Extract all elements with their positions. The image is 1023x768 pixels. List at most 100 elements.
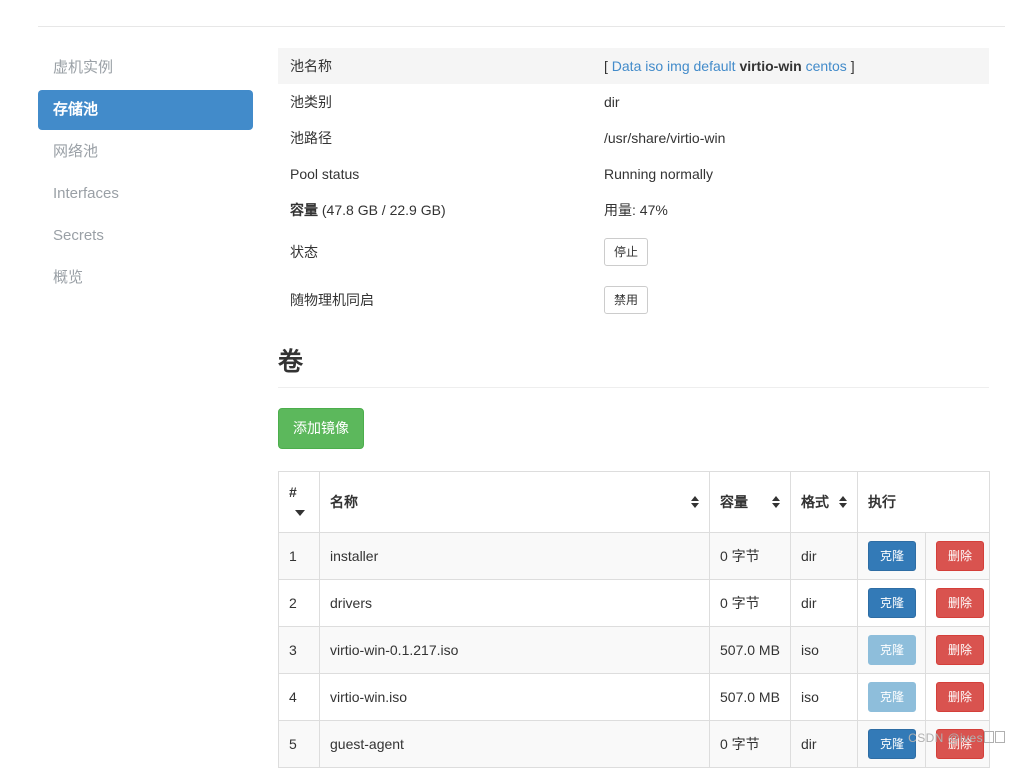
capacity-label-bold: 容量: [290, 202, 318, 218]
stop-pool-button[interactable]: 停止: [604, 238, 649, 266]
bracket-close: ]: [850, 58, 855, 74]
detail-value-capacity-usage: 用量: 47%: [604, 202, 668, 218]
cell-num: 2: [278, 579, 320, 627]
pool-link-default[interactable]: default: [694, 58, 736, 74]
detail-row-state: 状态 停止: [278, 228, 989, 276]
add-image-button[interactable]: 添加镜像: [278, 408, 364, 449]
table-row: 1 installer 0 字节 dir 克隆 删除: [278, 532, 990, 580]
detail-value-pool-name: [ Data iso img default virtio-win centos…: [592, 48, 989, 84]
sort-both-icon[interactable]: [839, 495, 847, 509]
detail-value-pool-path: /usr/share/virtio-win: [604, 130, 726, 146]
delete-volume-button[interactable]: 删除: [936, 541, 985, 571]
detail-label-pool-name: 池名称: [278, 48, 592, 84]
clone-volume-button[interactable]: 克隆: [868, 541, 917, 571]
table-row: 2 drivers 0 字节 dir 克隆 删除: [278, 579, 990, 627]
sort-both-icon[interactable]: [691, 495, 699, 509]
detail-label-state: 状态: [290, 244, 318, 260]
volumes-heading-rule: [278, 387, 989, 388]
column-header-capacity[interactable]: 容量: [709, 471, 791, 533]
main-content: 池名称 [ Data iso img default virtio-win ce…: [278, 48, 990, 768]
column-header-format[interactable]: 格式: [790, 471, 858, 533]
cell-num: 3: [278, 626, 320, 674]
clone-volume-button[interactable]: 克隆: [868, 682, 917, 712]
column-header-num[interactable]: #: [278, 471, 320, 533]
cell-capacity: 0 字节: [709, 532, 791, 580]
cell-format: dir: [790, 720, 858, 768]
cell-capacity: 507.0 MB: [709, 673, 791, 721]
clone-volume-button[interactable]: 克隆: [868, 588, 917, 618]
sidebar-item-instances[interactable]: 虚机实例: [38, 48, 253, 88]
volumes-table: # 名称 容量 格式 执行 1 installer 0 字节 dir 克隆 删除…: [278, 471, 990, 768]
delete-volume-button[interactable]: 删除: [936, 635, 985, 665]
cell-delete-action: 删除: [925, 626, 990, 674]
pool-link-iso[interactable]: iso: [645, 58, 663, 74]
sidebar: 虚机实例 存储池 网络池 Interfaces Secrets 概览: [38, 48, 253, 300]
cell-delete-action: 删除: [925, 532, 990, 580]
cell-name: drivers: [319, 579, 710, 627]
pool-link-centos[interactable]: centos: [806, 58, 847, 74]
disable-autostart-button[interactable]: 禁用: [604, 286, 649, 314]
sidebar-item-network-pools[interactable]: 网络池: [38, 132, 253, 172]
column-header-action: 执行: [857, 471, 990, 533]
column-header-num-label: #: [289, 484, 297, 500]
cell-capacity: 0 字节: [709, 579, 791, 627]
cell-num: 5: [278, 720, 320, 768]
cell-name: guest-agent: [319, 720, 710, 768]
detail-row-pool-type: 池类别 dir: [278, 84, 989, 120]
sort-both-icon[interactable]: [772, 495, 780, 509]
volumes-table-wrap: # 名称 容量 格式 执行 1 installer 0 字节 dir 克隆 删除…: [278, 471, 990, 768]
detail-row-pool-name: 池名称 [ Data iso img default virtio-win ce…: [278, 48, 989, 84]
cell-clone-action: 克隆: [857, 673, 926, 721]
sort-descending-icon[interactable]: [295, 510, 305, 517]
pool-detail-table: 池名称 [ Data iso img default virtio-win ce…: [278, 48, 989, 324]
pool-link-img[interactable]: img: [667, 58, 690, 74]
watermark-missing-glyph: [984, 731, 994, 743]
watermark: CSDN @ives: [908, 731, 1005, 745]
detail-value-pool-type: dir: [604, 94, 620, 110]
detail-label-capacity: 容量 (47.8 GB / 22.9 GB): [278, 192, 592, 228]
clone-volume-button[interactable]: 克隆: [868, 635, 917, 665]
navbar-bottom-divider: [38, 26, 1005, 27]
detail-label-autostart: 随物理机同启: [290, 292, 374, 308]
cell-num: 4: [278, 673, 320, 721]
cell-format: iso: [790, 626, 858, 674]
pool-link-virtio-win-current: virtio-win: [739, 58, 802, 74]
cell-capacity: 0 字节: [709, 720, 791, 768]
column-header-capacity-label: 容量: [720, 494, 748, 510]
detail-value-state: 停止: [592, 228, 989, 276]
sidebar-item-storage-pools[interactable]: 存储池: [38, 90, 253, 130]
capacity-label-rest: (47.8 GB / 22.9 GB): [318, 202, 446, 218]
cell-format: iso: [790, 673, 858, 721]
cell-name: virtio-win.iso: [319, 673, 710, 721]
cell-delete-action: 删除: [925, 673, 990, 721]
detail-row-pool-status: Pool status Running normally: [278, 156, 989, 192]
watermark-missing-glyph: [995, 731, 1005, 743]
table-row: 5 guest-agent 0 字节 dir 克隆 删除: [278, 720, 990, 768]
column-header-name-label: 名称: [330, 494, 358, 510]
table-row: 4 virtio-win.iso 507.0 MB iso 克隆 删除: [278, 673, 990, 721]
column-header-name[interactable]: 名称: [319, 471, 710, 533]
delete-volume-button[interactable]: 删除: [936, 682, 985, 712]
cell-clone-action: 克隆: [857, 626, 926, 674]
sidebar-item-secrets[interactable]: Secrets: [38, 216, 253, 256]
cell-name: installer: [319, 532, 710, 580]
add-image-button-wrap: 添加镜像: [278, 408, 989, 449]
sidebar-item-interfaces[interactable]: Interfaces: [38, 174, 253, 214]
pool-link-data[interactable]: Data: [612, 58, 642, 74]
cell-delete-action: 删除: [925, 579, 990, 627]
detail-value-pool-status: Running normally: [604, 166, 713, 182]
detail-value-autostart: 禁用: [592, 276, 989, 324]
detail-row-capacity: 容量 (47.8 GB / 22.9 GB) 用量: 47%: [278, 192, 989, 228]
detail-label-pool-type: 池类别: [290, 94, 332, 110]
column-header-format-label: 格式: [801, 494, 829, 510]
table-row: 3 virtio-win-0.1.217.iso 507.0 MB iso 克隆…: [278, 626, 990, 674]
cell-num: 1: [278, 532, 320, 580]
cell-format: dir: [790, 579, 858, 627]
detail-label-pool-status: Pool status: [290, 166, 360, 182]
delete-volume-button[interactable]: 删除: [936, 588, 985, 618]
detail-row-pool-path: 池路径 /usr/share/virtio-win: [278, 120, 989, 156]
cell-clone-action: 克隆: [857, 532, 926, 580]
sidebar-item-overview[interactable]: 概览: [38, 258, 253, 298]
cell-format: dir: [790, 532, 858, 580]
pool-links: [ Data iso img default virtio-win centos…: [604, 58, 855, 74]
